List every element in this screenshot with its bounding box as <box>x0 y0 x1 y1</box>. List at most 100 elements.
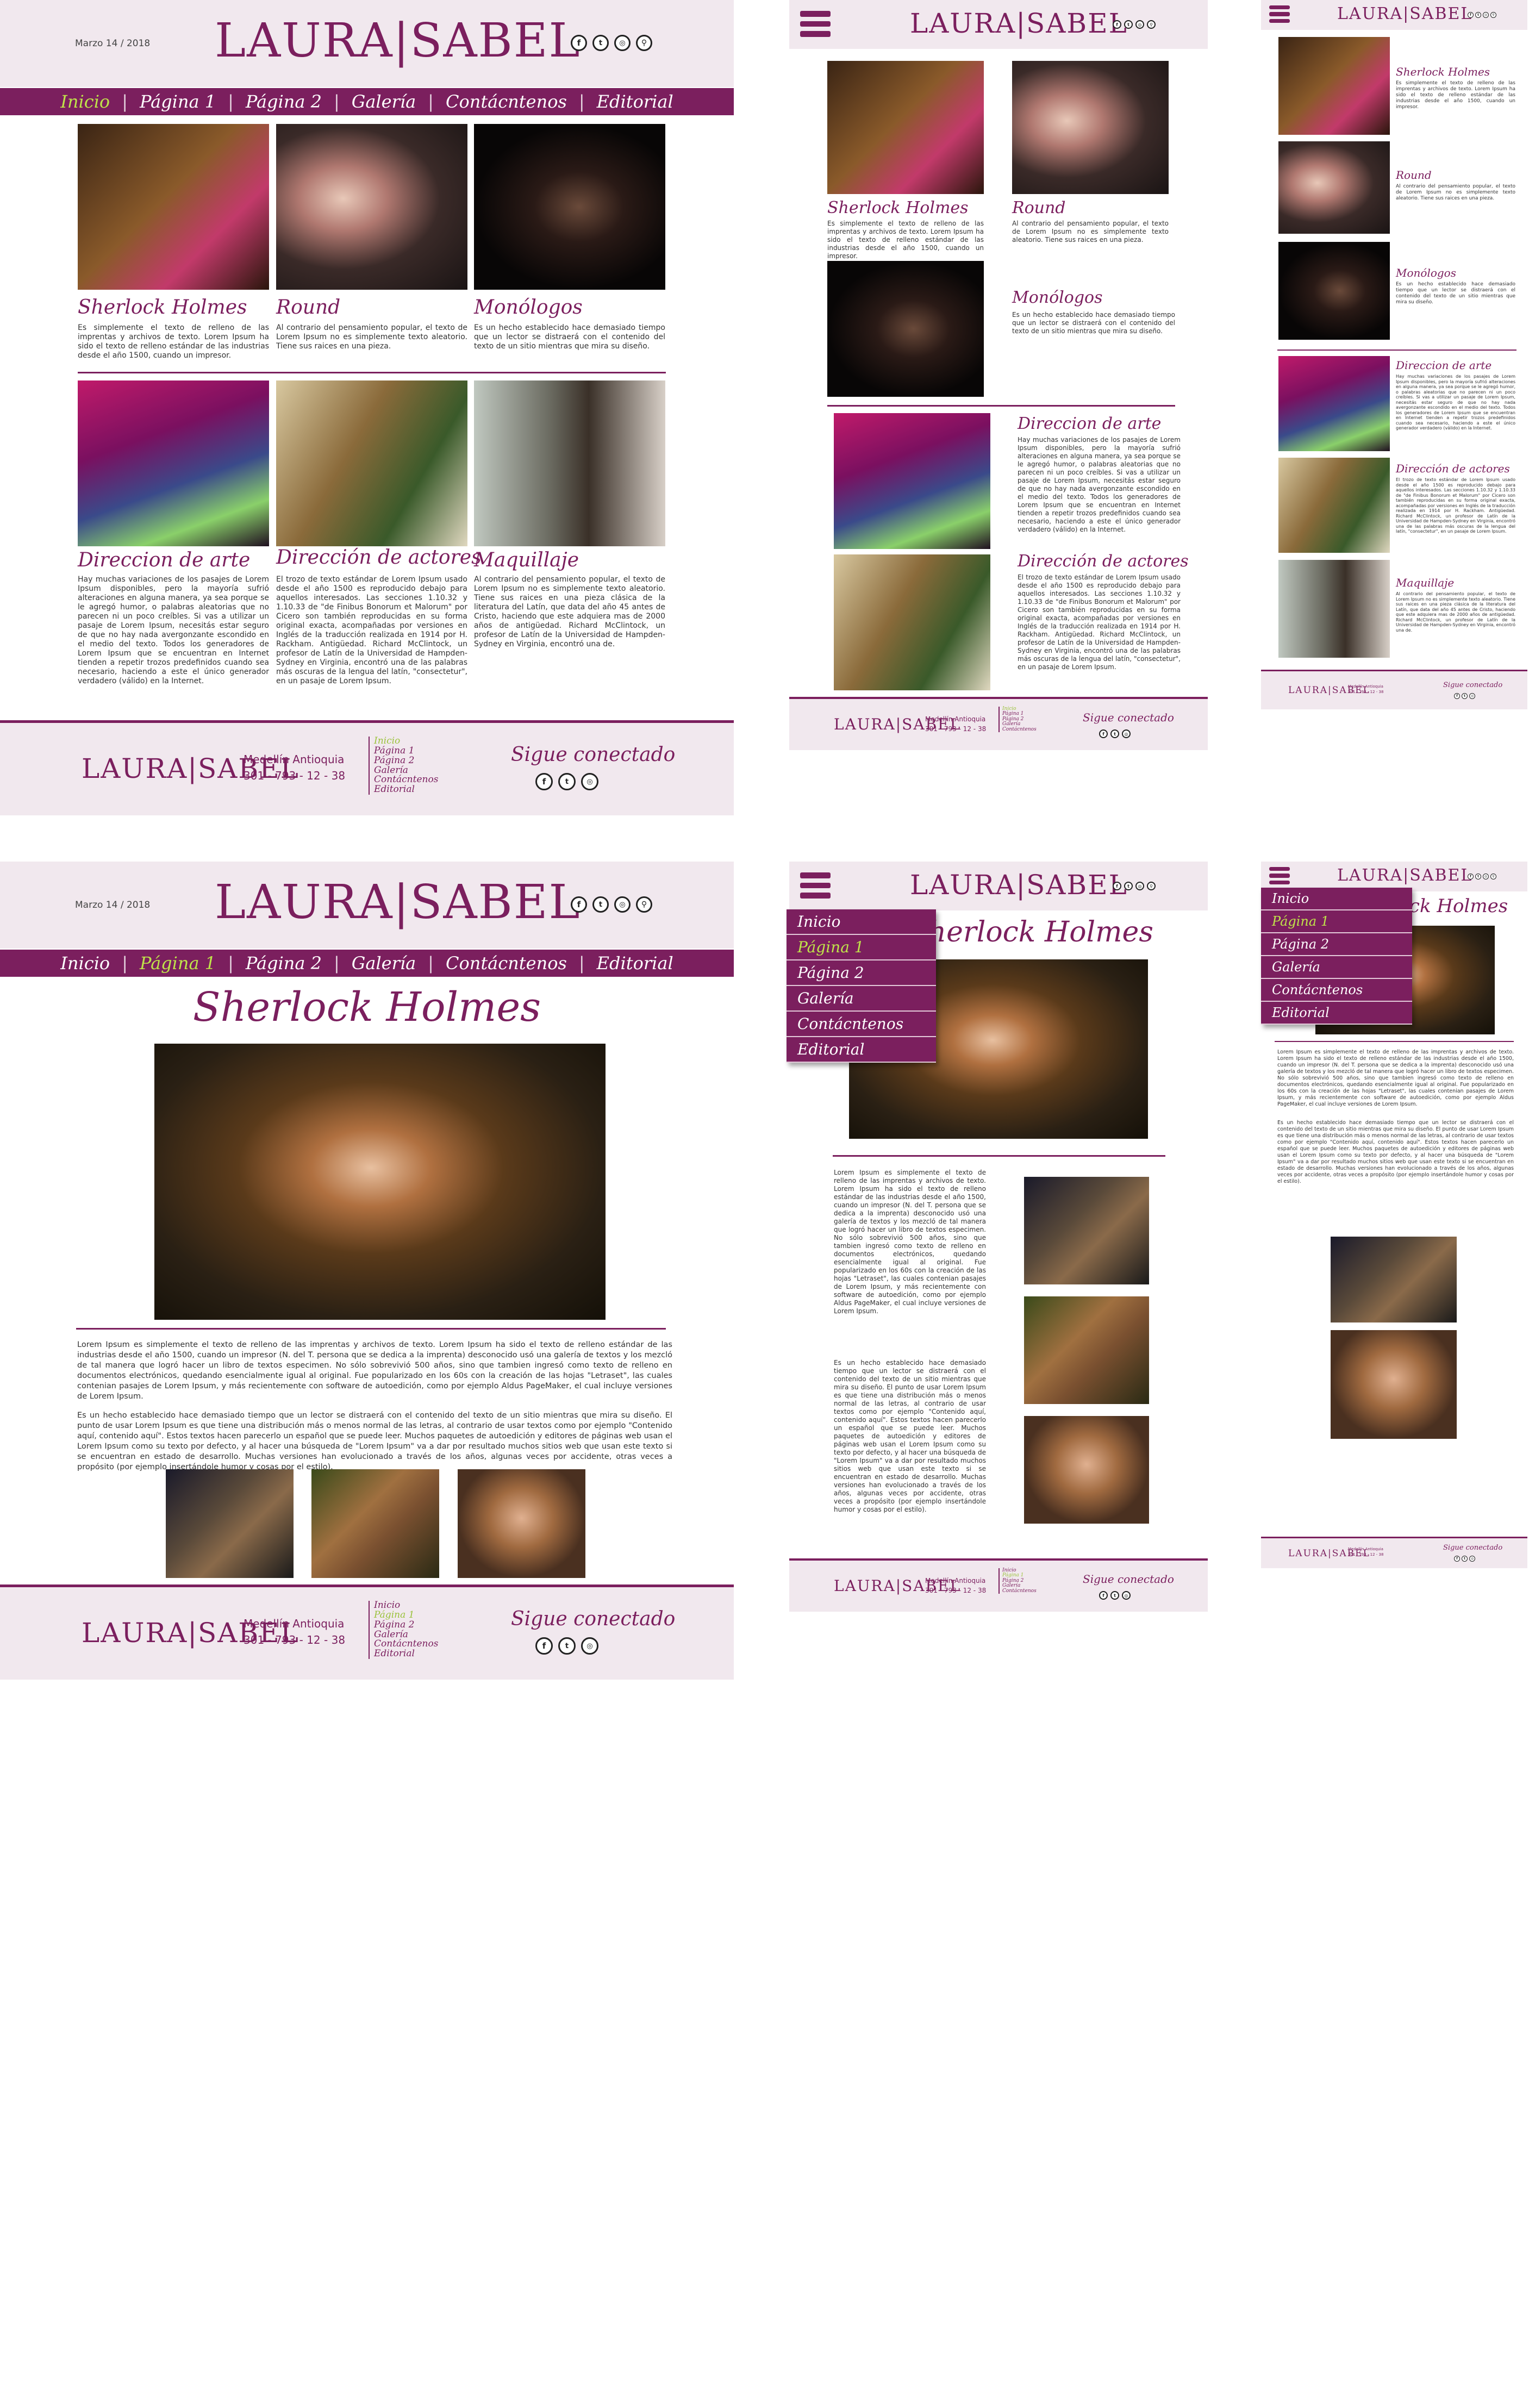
menu-item-pagina-1[interactable]: Página 1 <box>787 935 936 960</box>
footer-link[interactable]: Editorial <box>374 1649 438 1659</box>
menu-icon[interactable] <box>1269 867 1290 884</box>
instagram-icon[interactable]: ◎ <box>1135 882 1144 890</box>
photo-round[interactable] <box>1278 141 1390 234</box>
instagram-icon[interactable]: ◎ <box>1483 874 1489 879</box>
twitter-icon[interactable]: t <box>1124 882 1133 890</box>
nav-pagina-2[interactable]: Página 2 <box>234 953 334 974</box>
nav-editorial[interactable]: Editorial <box>585 91 685 112</box>
site-logo[interactable]: LAURA|SABEL <box>910 8 1128 39</box>
footer-link[interactable]: Página 1 <box>374 1610 438 1620</box>
instagram-icon[interactable]: ◎ <box>614 35 631 51</box>
footer-link[interactable]: Página 2 <box>374 1620 438 1630</box>
photo-monologos[interactable] <box>474 124 665 290</box>
site-logo[interactable]: LAURA|SABEL <box>215 875 581 929</box>
card-title[interactable]: Sherlock Holmes <box>1396 65 1490 78</box>
instagram-icon[interactable]: ◎ <box>581 773 598 790</box>
menu-item-inicio[interactable]: Inicio <box>1261 888 1412 910</box>
menu-icon[interactable] <box>800 872 831 899</box>
menu-item-contacto[interactable]: Contácntenos <box>787 1012 936 1037</box>
twitter-icon[interactable]: t <box>1462 1556 1468 1562</box>
card-title[interactable]: Maquillaje <box>474 549 579 571</box>
site-logo[interactable]: LAURA|SABEL <box>1337 4 1472 23</box>
facebook-icon[interactable]: f <box>535 773 553 790</box>
facebook-icon[interactable]: f <box>1099 1591 1108 1600</box>
photo-sherlock[interactable] <box>1278 37 1390 135</box>
photo-monologos[interactable] <box>1278 242 1390 340</box>
photo-gallery-3[interactable] <box>1331 1330 1457 1439</box>
photo-maquillaje[interactable] <box>1278 560 1390 658</box>
site-logo[interactable]: LAURA|SABEL <box>910 869 1128 901</box>
instagram-icon[interactable]: ◎ <box>1469 1556 1475 1562</box>
nav-inicio[interactable]: Inicio <box>48 91 122 112</box>
card-title[interactable]: Monólogos <box>1012 288 1102 307</box>
photo-direccion-arte[interactable] <box>78 380 269 546</box>
menu-item-galeria[interactable]: Galería <box>787 986 936 1012</box>
footer-link[interactable]: Página 2 <box>374 756 438 766</box>
card-title[interactable]: Monólogos <box>1396 266 1456 279</box>
nav-pagina-2[interactable]: Página 2 <box>234 91 334 112</box>
photo-gallery-3[interactable] <box>458 1469 585 1578</box>
photo-maquillaje[interactable] <box>474 380 665 546</box>
instagram-icon[interactable]: ◎ <box>581 1637 598 1655</box>
search-icon[interactable]: ⚲ <box>1147 20 1156 29</box>
facebook-icon[interactable]: f <box>535 1637 553 1655</box>
twitter-icon[interactable]: t <box>1110 1591 1119 1600</box>
search-icon[interactable]: ⚲ <box>1147 882 1156 890</box>
card-title[interactable]: Monólogos <box>474 296 583 319</box>
facebook-icon[interactable]: f <box>1113 882 1121 890</box>
photo-direccion-arte[interactable] <box>1278 356 1390 451</box>
twitter-icon[interactable]: t <box>558 1637 576 1655</box>
site-logo[interactable]: LAURA|SABEL <box>215 14 581 68</box>
card-title[interactable]: Sherlock Holmes <box>78 296 247 319</box>
photo-monologos[interactable] <box>827 261 984 397</box>
card-title[interactable]: Dirección de actores <box>1018 552 1189 571</box>
facebook-icon[interactable]: f <box>571 896 587 913</box>
card-title[interactable]: Direccion de arte <box>1018 414 1161 433</box>
twitter-icon[interactable]: t <box>592 896 609 913</box>
site-logo[interactable]: LAURA|SABEL <box>1337 866 1472 885</box>
card-title[interactable]: Dirección de actores <box>1396 462 1510 475</box>
photo-sherlock[interactable] <box>827 61 984 194</box>
instagram-icon[interactable]: ◎ <box>614 896 631 913</box>
search-icon[interactable]: ⚲ <box>636 35 652 51</box>
footer-link[interactable]: Editorial <box>374 784 438 795</box>
instagram-icon[interactable]: ◎ <box>1483 12 1489 18</box>
menu-icon[interactable] <box>800 11 831 37</box>
facebook-icon[interactable]: f <box>1468 874 1474 879</box>
photo-direccion-arte[interactable] <box>834 413 990 549</box>
search-icon[interactable]: ⚲ <box>1490 874 1496 879</box>
nav-galeria[interactable]: Galería <box>340 91 428 112</box>
photo-gallery-1[interactable] <box>1024 1177 1149 1284</box>
facebook-icon[interactable]: f <box>571 35 587 51</box>
menu-item-editorial[interactable]: Editorial <box>1261 1002 1412 1025</box>
instagram-icon[interactable]: ◎ <box>1135 20 1144 29</box>
footer-link[interactable]: Contácntenos <box>1002 1588 1037 1594</box>
twitter-icon[interactable]: t <box>1110 729 1119 738</box>
menu-icon[interactable] <box>1269 5 1290 23</box>
menu-item-pagina-1[interactable]: Página 1 <box>1261 910 1412 933</box>
card-title[interactable]: Direccion de arte <box>1396 359 1491 372</box>
facebook-icon[interactable]: f <box>1454 693 1460 699</box>
twitter-icon[interactable]: t <box>1124 20 1133 29</box>
photo-direccion-actores[interactable] <box>834 554 990 690</box>
photo-direccion-actores[interactable] <box>276 380 467 546</box>
menu-item-pagina-2[interactable]: Página 2 <box>787 960 936 986</box>
menu-item-galeria[interactable]: Galería <box>1261 956 1412 979</box>
card-title[interactable]: Sherlock Holmes <box>827 198 969 217</box>
footer-link[interactable]: Contácntenos <box>1002 727 1037 732</box>
twitter-icon[interactable]: t <box>1475 874 1481 879</box>
card-title[interactable]: Direccion de arte <box>78 549 250 571</box>
photo-direccion-actores[interactable] <box>1278 458 1390 553</box>
photo-gallery-1[interactable] <box>1331 1237 1457 1322</box>
nav-pagina-1[interactable]: Página 1 <box>128 953 228 974</box>
facebook-icon[interactable]: f <box>1468 12 1474 18</box>
nav-galeria[interactable]: Galería <box>340 953 428 974</box>
search-icon[interactable]: ⚲ <box>636 896 652 913</box>
card-title[interactable]: Round <box>1396 169 1432 182</box>
footer-link[interactable]: Página 1 <box>374 746 438 756</box>
twitter-icon[interactable]: t <box>1462 693 1468 699</box>
card-title[interactable]: Round <box>276 296 340 319</box>
twitter-icon[interactable]: t <box>1475 12 1481 18</box>
menu-item-contacto[interactable]: Contácntenos <box>1261 979 1412 1002</box>
instagram-icon[interactable]: ◎ <box>1469 693 1475 699</box>
